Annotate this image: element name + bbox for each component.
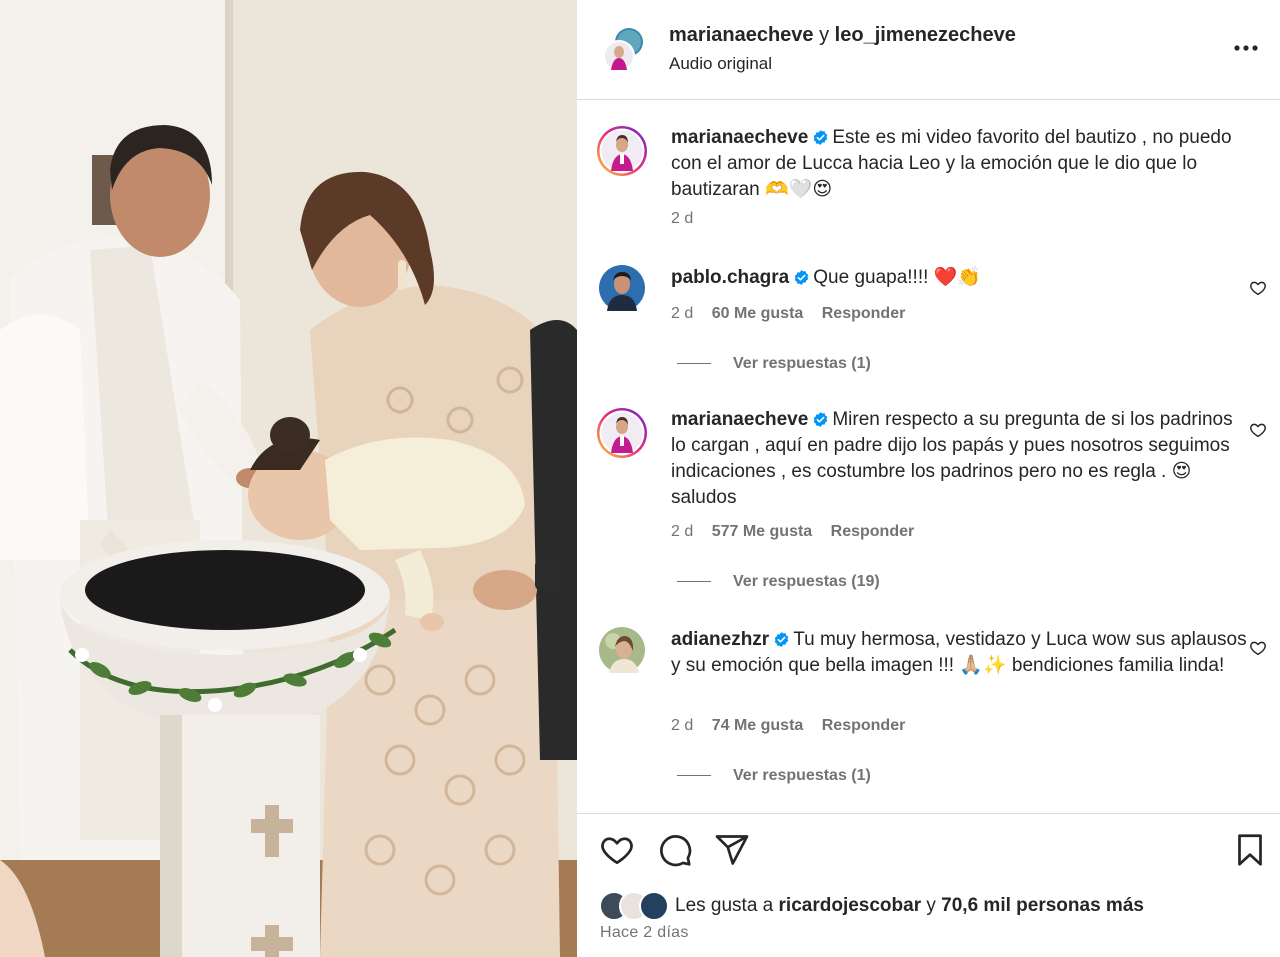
liker-avatars[interactable]: [599, 891, 671, 921]
audio-label[interactable]: Audio original: [669, 54, 772, 74]
author-joiner: y: [819, 24, 830, 46]
author-username[interactable]: marianaecheve: [669, 24, 814, 46]
replies-divider-line: [677, 581, 711, 583]
save-bookmark-icon[interactable]: [1232, 832, 1268, 868]
view-replies-button[interactable]: Ver respuestas (19): [677, 573, 880, 591]
view-replies-button[interactable]: Ver respuestas (1): [677, 355, 871, 373]
caption-meta: 2 d: [671, 210, 707, 228]
comment-likes[interactable]: 60 Me gusta: [712, 305, 804, 322]
verified-badge-icon: [795, 270, 809, 285]
share-paper-plane-icon[interactable]: [714, 832, 750, 868]
comment-username[interactable]: pablo.chagra: [671, 267, 789, 288]
caption-time[interactable]: 2 d: [671, 210, 693, 227]
comment-time[interactable]: 2 d: [671, 305, 693, 322]
comment-text: Que guapa!!!! ❤️👏: [813, 267, 981, 288]
likes-summary: Les gusta a ricardojescobar y 70,6 mil p…: [599, 891, 1144, 921]
comment-body: pablo.chagra Que guapa!!!! ❤️👏: [671, 265, 1251, 291]
commenter-avatar[interactable]: [599, 627, 645, 673]
comment-meta: 2 d 74 Me gusta Responder: [671, 717, 919, 735]
coauthor-username[interactable]: leo_jimenezecheve: [835, 24, 1016, 46]
likes-joiner: y: [926, 895, 936, 917]
comment-time[interactable]: 2 d: [671, 717, 693, 734]
likes-prefix: Les gusta a: [675, 895, 774, 917]
likes-username[interactable]: ricardojescobar: [779, 895, 922, 916]
post-authors: marianaecheve y leo_jimenezecheve: [669, 24, 1016, 47]
caption-author-avatar[interactable]: [596, 125, 648, 177]
post-timestamp[interactable]: Hace 2 días: [600, 924, 689, 942]
comment-time[interactable]: 2 d: [671, 523, 693, 540]
like-heart-icon[interactable]: [599, 832, 635, 868]
replies-divider-line: [677, 363, 711, 365]
like-comment-heart-icon[interactable]: [1249, 421, 1267, 439]
comment-body: adianezhzr Tu muy hermosa, vestidazo y Lu…: [671, 627, 1251, 679]
post-video[interactable]: [0, 0, 577, 957]
reply-button[interactable]: Responder: [822, 717, 906, 734]
comments-list[interactable]: marianaecheve Este es mi video favorito d…: [577, 101, 1280, 813]
commenter-avatar[interactable]: [596, 407, 648, 459]
more-horizontal-icon[interactable]: [1232, 38, 1262, 58]
comment-likes[interactable]: 577 Me gusta: [712, 523, 812, 540]
like-comment-heart-icon[interactable]: [1249, 279, 1267, 297]
reply-button[interactable]: Responder: [822, 305, 906, 322]
collab-avatar[interactable]: [599, 26, 647, 74]
view-replies-label: Ver respuestas (1): [733, 355, 871, 372]
replies-divider-line: [677, 775, 711, 777]
verified-badge-icon: [774, 632, 789, 647]
view-replies-label: Ver respuestas (1): [733, 767, 871, 784]
verified-badge-icon: [814, 130, 828, 145]
comment-meta: 2 d 577 Me gusta Responder: [671, 523, 928, 541]
comment-likes[interactable]: 74 Me gusta: [712, 717, 804, 734]
view-replies-button[interactable]: Ver respuestas (1): [677, 767, 871, 785]
baptism-video-frame: [0, 0, 577, 957]
comment-body: marianaecheve Miren respecto a su pregunt…: [671, 407, 1251, 511]
comment-meta: 2 d 60 Me gusta Responder: [671, 305, 919, 323]
view-replies-label: Ver respuestas (19): [733, 573, 880, 590]
comment-username[interactable]: adianezhzr: [671, 629, 769, 650]
caption-username[interactable]: marianaecheve: [671, 127, 808, 148]
commenter-avatar[interactable]: [599, 265, 645, 311]
reply-button[interactable]: Responder: [831, 523, 915, 540]
likes-count[interactable]: 70,6 mil personas más: [941, 895, 1144, 916]
post-details-panel: marianaecheve y leo_jimenezecheve Audio …: [577, 0, 1280, 957]
post-actions-bar: Les gusta a ricardojescobar y 70,6 mil p…: [577, 813, 1280, 957]
post-header: marianaecheve y leo_jimenezecheve Audio …: [577, 0, 1280, 100]
comment-username[interactable]: marianaecheve: [671, 409, 808, 430]
caption-body: marianaecheve Este es mi video favorito d…: [671, 125, 1251, 203]
like-comment-heart-icon[interactable]: [1249, 639, 1267, 657]
comment-bubble-icon[interactable]: [657, 832, 693, 868]
verified-badge-icon: [814, 412, 828, 427]
